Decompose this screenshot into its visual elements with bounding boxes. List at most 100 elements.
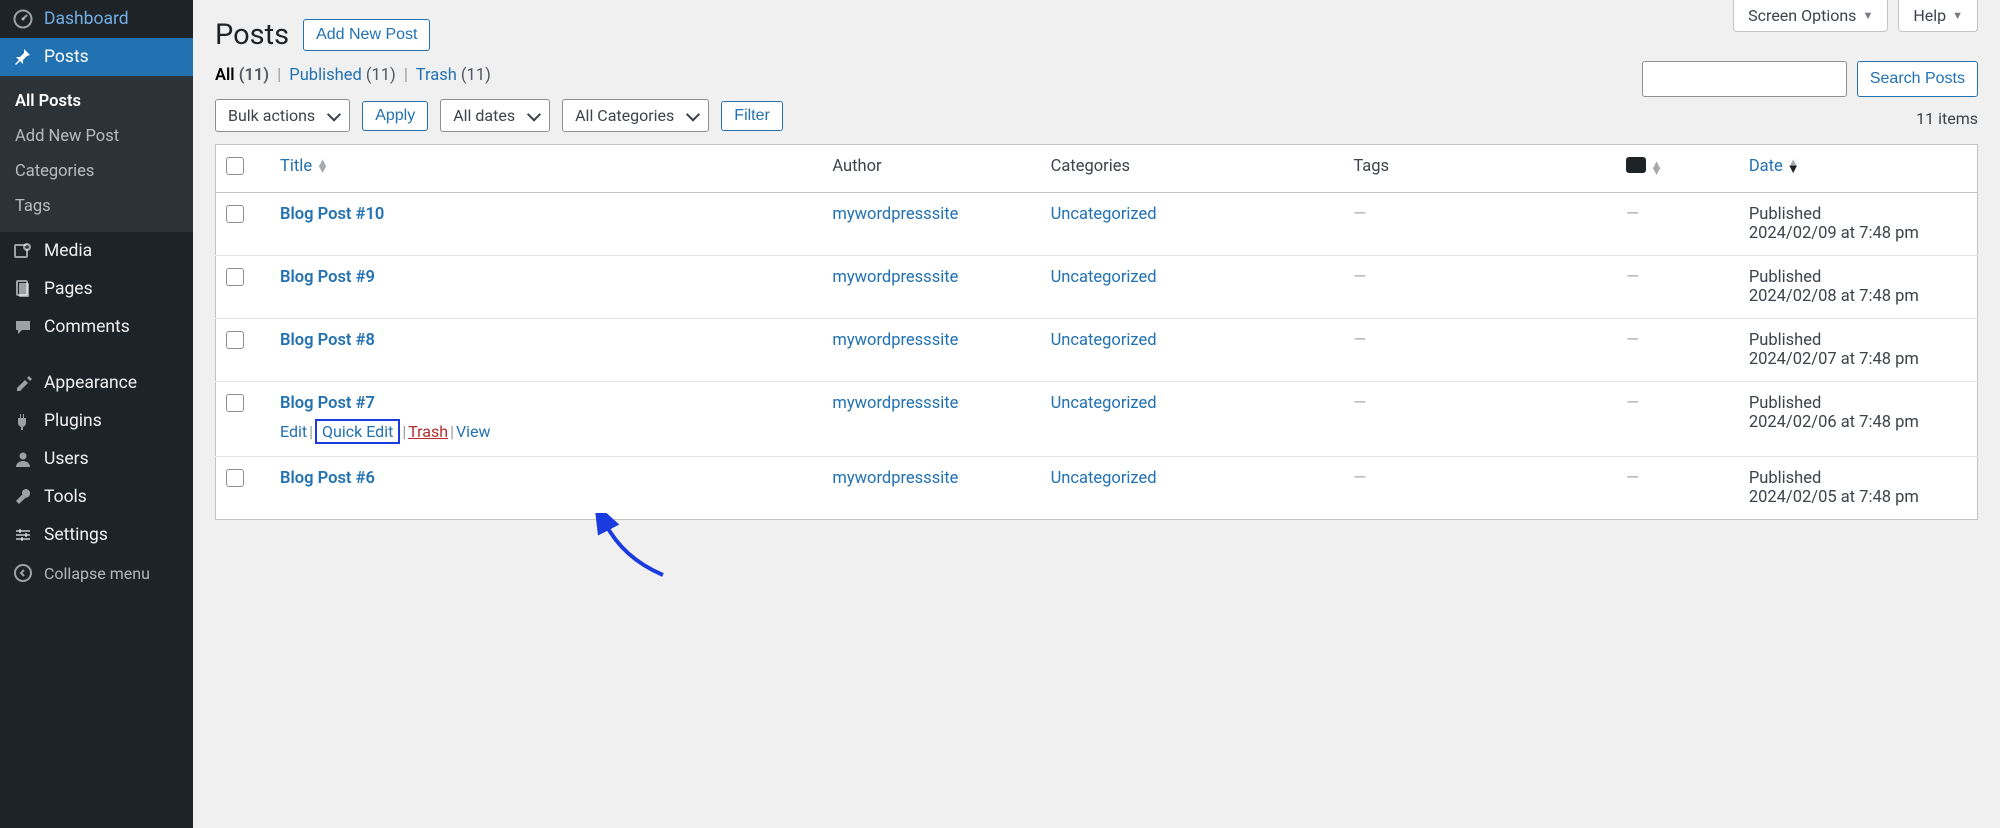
row-checkbox[interactable] [226, 394, 244, 412]
search-input[interactable] [1642, 61, 1847, 97]
sidebar-item-dashboard[interactable]: Dashboard [0, 0, 193, 38]
table-row: Blog Post #6 mywordpresssite Uncategoriz… [216, 457, 1978, 520]
post-author-link[interactable]: mywordpresssite [832, 469, 958, 488]
post-category-link[interactable]: Uncategorized [1051, 331, 1157, 350]
post-tags: — [1353, 205, 1366, 224]
page-header: Posts Add New Post [193, 0, 2000, 62]
row-action-trash[interactable]: Trash [408, 422, 448, 441]
post-tags: — [1353, 469, 1366, 488]
annotation-arrow [593, 513, 673, 583]
post-tags: — [1353, 331, 1366, 350]
tools-icon [12, 486, 34, 508]
column-date[interactable]: Date▲▼ [1739, 145, 1978, 193]
sidebar-item-users[interactable]: Users [0, 440, 193, 478]
row-action-edit[interactable]: Edit [280, 422, 307, 441]
filter-all[interactable]: All (11) [215, 66, 269, 85]
submenu-add-new[interactable]: Add New Post [0, 119, 193, 154]
help-label: Help [1913, 6, 1946, 25]
help-tab[interactable]: Help ▼ [1898, 0, 1978, 32]
add-new-post-button[interactable]: Add New Post [303, 19, 430, 51]
screen-options-tab[interactable]: Screen Options ▼ [1733, 0, 1888, 32]
select-all-checkbox[interactable] [226, 157, 244, 175]
sidebar-item-media[interactable]: Media [0, 232, 193, 270]
post-title-link[interactable]: Blog Post #7 [280, 394, 375, 413]
column-tags: Tags [1343, 145, 1616, 193]
post-title-link[interactable]: Blog Post #10 [280, 205, 384, 224]
post-category-link[interactable]: Uncategorized [1051, 469, 1157, 488]
appearance-icon [12, 372, 34, 394]
bulk-actions-select[interactable]: Bulk actions [215, 99, 350, 132]
row-checkbox[interactable] [226, 205, 244, 223]
post-date: Published2024/02/05 at 7:48 pm [1739, 457, 1978, 520]
table-row: Blog Post #8 mywordpresssite Uncategoriz… [216, 319, 1978, 382]
submenu-categories[interactable]: Categories [0, 154, 193, 189]
filter-trash[interactable]: Trash (11) [416, 66, 491, 85]
comments-icon [12, 316, 34, 338]
column-title[interactable]: Title▲▼ [270, 145, 822, 193]
sidebar-item-appearance[interactable]: Appearance [0, 364, 193, 402]
sidebar-item-settings[interactable]: Settings [0, 516, 193, 554]
post-title-link[interactable]: Blog Post #9 [280, 268, 375, 287]
pages-icon [12, 278, 34, 300]
sort-icon: ▲▼ [316, 160, 329, 174]
sidebar-item-plugins[interactable]: Plugins [0, 402, 193, 440]
row-action-view[interactable]: View [456, 422, 491, 441]
post-title-link[interactable]: Blog Post #6 [280, 469, 375, 488]
main-content: Screen Options ▼ Help ▼ Posts Add New Po… [193, 0, 2000, 520]
plugins-icon [12, 410, 34, 432]
post-date: Published2024/02/09 at 7:48 pm [1739, 193, 1978, 256]
search-posts-button[interactable]: Search Posts [1857, 61, 1978, 97]
comment-icon [1626, 157, 1646, 173]
admin-sidebar: Dashboard Posts All Posts Add New Post C… [0, 0, 193, 828]
sidebar-item-comments[interactable]: Comments [0, 308, 193, 346]
post-category-link[interactable]: Uncategorized [1051, 268, 1157, 287]
row-checkbox[interactable] [226, 331, 244, 349]
row-action-quick-edit[interactable]: Quick Edit [322, 422, 393, 441]
filter-button[interactable]: Filter [721, 101, 783, 131]
posts-submenu: All Posts Add New Post Categories Tags [0, 76, 193, 232]
row-checkbox[interactable] [226, 268, 244, 286]
search-box: Search Posts [1642, 61, 1978, 97]
screen-options-label: Screen Options [1748, 6, 1856, 25]
date-filter-select[interactable]: All dates [440, 99, 550, 132]
post-author-link[interactable]: mywordpresssite [832, 331, 958, 350]
sidebar-label: Plugins [44, 411, 102, 431]
sidebar-label: Posts [44, 47, 89, 67]
submenu-all-posts[interactable]: All Posts [0, 84, 193, 119]
post-author-link[interactable]: mywordpresssite [832, 268, 958, 287]
posts-table: Title▲▼ Author Categories Tags ▲▼ Date▲▼… [215, 144, 1978, 520]
sidebar-item-pages[interactable]: Pages [0, 270, 193, 308]
sidebar-label: Pages [44, 279, 93, 299]
apply-button[interactable]: Apply [362, 101, 428, 131]
column-author: Author [822, 145, 1040, 193]
post-category-link[interactable]: Uncategorized [1051, 205, 1157, 224]
post-comments: — [1626, 394, 1639, 413]
row-checkbox[interactable] [226, 469, 244, 487]
collapse-menu[interactable]: Collapse menu [0, 554, 193, 592]
sidebar-label: Media [44, 241, 92, 261]
chevron-down-icon: ▼ [1952, 9, 1963, 22]
items-count: 11 items [1916, 109, 1978, 128]
post-author-link[interactable]: mywordpresssite [832, 205, 958, 224]
filter-published[interactable]: Published (11) [289, 66, 396, 85]
sort-icon: ▲▼ [1650, 162, 1663, 176]
media-icon [12, 240, 34, 262]
collapse-icon [12, 562, 34, 584]
category-filter-select[interactable]: All Categories [562, 99, 709, 132]
post-comments: — [1626, 469, 1639, 488]
sidebar-label: Comments [44, 317, 130, 337]
users-icon [12, 448, 34, 470]
sidebar-item-tools[interactable]: Tools [0, 478, 193, 516]
sidebar-item-posts[interactable]: Posts [0, 38, 193, 76]
post-category-link[interactable]: Uncategorized [1051, 394, 1157, 413]
column-categories: Categories [1041, 145, 1344, 193]
submenu-tags[interactable]: Tags [0, 189, 193, 224]
column-comments[interactable]: ▲▼ [1616, 145, 1739, 193]
screen-meta-links: Screen Options ▼ Help ▼ [1733, 0, 1978, 32]
row-actions: Edit|Quick Edit|Trash|View [280, 419, 812, 444]
post-title-link[interactable]: Blog Post #8 [280, 331, 375, 350]
post-tags: — [1353, 268, 1366, 287]
post-date: Published2024/02/07 at 7:48 pm [1739, 319, 1978, 382]
post-comments: — [1626, 331, 1639, 350]
post-author-link[interactable]: mywordpresssite [832, 394, 958, 413]
